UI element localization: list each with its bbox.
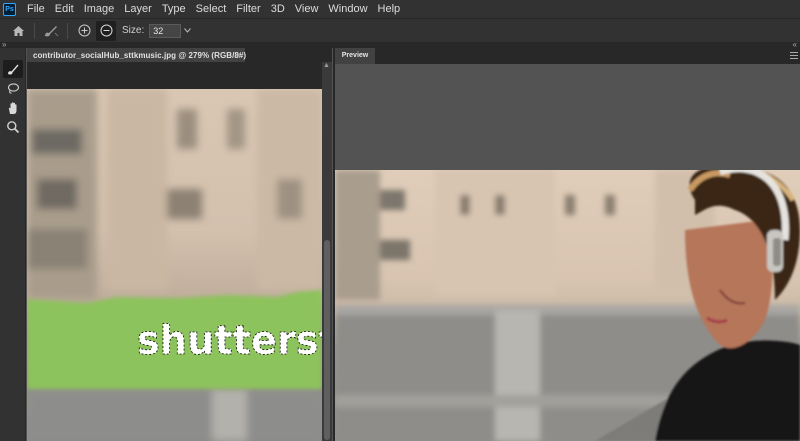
- document-tab-bar: contributor_socialHub_sttkmusic.jpg @ 27…: [27, 48, 332, 62]
- scrollbar-thumb[interactable]: [324, 240, 330, 440]
- document-title: contributor_socialHub_sttkmusic.jpg @ 27…: [33, 50, 247, 60]
- tool-preset-picker[interactable]: [41, 21, 61, 41]
- menu-filter[interactable]: Filter: [231, 0, 265, 18]
- canvas-vertical-scrollbar[interactable]: ▲: [322, 62, 332, 441]
- lasso-tool[interactable]: [3, 80, 23, 98]
- hand-icon: [8, 102, 17, 114]
- menu-file[interactable]: File: [22, 0, 50, 18]
- home-icon: [12, 25, 24, 36]
- magnifier-icon: [7, 121, 20, 134]
- menu-layer[interactable]: Layer: [119, 0, 157, 18]
- plus-circle-icon: [78, 24, 90, 37]
- preview-panel: Preview: [333, 48, 800, 441]
- size-input[interactable]: [149, 23, 182, 38]
- close-tab-icon[interactable]: ×: [236, 48, 241, 62]
- brush-icon: [8, 64, 19, 75]
- hand-tool[interactable]: [3, 99, 23, 117]
- panel-menu-icon[interactable]: [790, 52, 798, 59]
- menu-select[interactable]: Select: [191, 0, 232, 18]
- document-canvas[interactable]: shutterst: [27, 62, 322, 441]
- options-separator: [34, 22, 35, 39]
- minus-circle-icon: [100, 24, 112, 37]
- lasso-icon: [7, 83, 20, 94]
- menu-bar: Ps File Edit Image Layer Type Select Fil…: [0, 0, 800, 18]
- photoshop-logo-icon[interactable]: Ps: [3, 2, 16, 16]
- tools-panel: [0, 48, 26, 441]
- menu-image[interactable]: Image: [79, 0, 120, 18]
- preview-photo-art: [335, 170, 800, 441]
- preview-photo: [335, 170, 800, 441]
- size-label: Size:: [122, 25, 145, 36]
- options-bar: Size:: [0, 18, 800, 42]
- menu-type[interactable]: Type: [157, 0, 191, 18]
- scroll-up-icon[interactable]: ▲: [323, 62, 330, 69]
- preview-panel-header: Preview: [335, 48, 800, 64]
- home-button[interactable]: [8, 21, 28, 41]
- add-to-mask-button[interactable]: [74, 21, 94, 41]
- watermark-text: shutterst: [137, 318, 322, 364]
- canvas-photo-art: shutterst: [27, 89, 322, 441]
- menu-view[interactable]: View: [290, 0, 324, 18]
- menu-edit[interactable]: Edit: [50, 0, 79, 18]
- document-tab[interactable]: contributor_socialHub_sttkmusic.jpg @ 27…: [27, 48, 247, 62]
- options-separator: [67, 22, 68, 39]
- menu-window[interactable]: Window: [323, 0, 372, 18]
- menu-3d[interactable]: 3D: [266, 0, 290, 18]
- size-dropdown[interactable]: [182, 24, 192, 38]
- menu-help[interactable]: Help: [373, 0, 406, 18]
- preview-tab[interactable]: Preview: [335, 48, 375, 64]
- brush-preset-icon: [45, 25, 59, 36]
- canvas-photo[interactable]: shutterst: [27, 89, 322, 441]
- zoom-tool[interactable]: [3, 118, 23, 136]
- subtract-from-mask-button[interactable]: [96, 20, 116, 41]
- chevron-down-icon: [183, 28, 191, 33]
- quick-mask-brush-tool[interactable]: [3, 60, 23, 78]
